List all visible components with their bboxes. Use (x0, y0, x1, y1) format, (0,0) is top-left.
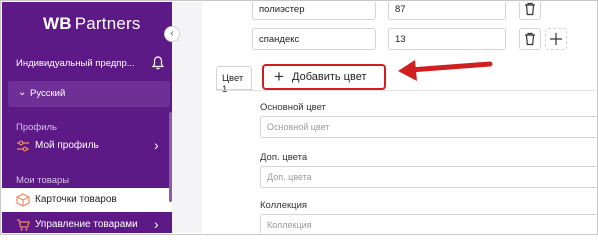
collapse-icon[interactable]: ‹ (164, 26, 180, 42)
collection-select[interactable]: Коллекция ⌄ (260, 214, 596, 233)
sidebar-item-product-cards[interactable]: Карточки товаров (2, 188, 172, 212)
trash-icon (525, 2, 535, 16)
main-color-placeholder: Основной цвет (267, 122, 330, 132)
trash-icon (525, 32, 535, 46)
main-color-select[interactable]: Основной цвет ⌄ (260, 116, 596, 138)
extra-colors-input[interactable]: Доп. цвета (260, 166, 596, 188)
extra-colors-label: Доп. цвета (260, 152, 308, 163)
sidebar-item-my-profile[interactable]: Мой профиль › (2, 134, 172, 158)
add-color-button[interactable]: + Добавить цвет (262, 64, 386, 90)
main-area: полиэстер 87 спандекс 13 Цвет 1 + Добави… (172, 2, 596, 233)
cart-icon (17, 219, 30, 231)
org-name[interactable]: Индивидуальный предпр... (16, 58, 135, 69)
logo-wb: WB (43, 14, 72, 33)
section-my-goods: Мои товары (16, 175, 70, 186)
logo[interactable]: WB Partners (43, 14, 141, 34)
product-form-card: полиэстер 87 спандекс 13 Цвет 1 + Добави… (202, 2, 596, 233)
percent-input[interactable]: 87 (388, 2, 506, 20)
tab-divider (216, 90, 596, 91)
profile-sliders-icon (17, 140, 29, 152)
plus-icon (550, 33, 562, 45)
delete-row-button[interactable] (519, 28, 541, 50)
sidebar-item-label: Мой профиль (35, 140, 99, 151)
chevron-down-icon: ⌄ (18, 87, 27, 98)
collection-placeholder: Коллекция (267, 220, 312, 230)
sidebar-item-goods-management[interactable]: Управление товарами › (2, 213, 172, 233)
sidebar: WB Partners Индивидуальный предпр... ⌄ Ру… (2, 2, 172, 233)
bell-icon[interactable] (152, 56, 164, 70)
plus-icon: + (274, 67, 284, 86)
logo-partners: Partners (74, 14, 141, 33)
collection-label: Коллекция (260, 200, 308, 211)
language-label: Русский (30, 88, 66, 99)
language-selector[interactable]: ⌄ Русский (8, 81, 170, 107)
add-row-button[interactable] (545, 28, 567, 50)
sidebar-item-label: Управление товарами (35, 219, 138, 230)
add-color-label: Добавить цвет (292, 71, 367, 83)
extra-colors-placeholder: Доп. цвета (267, 172, 312, 182)
material-input[interactable]: спандекс (252, 28, 376, 50)
main-color-label: Основной цвет (260, 102, 326, 113)
tab-color-1[interactable]: Цвет 1 (216, 66, 252, 95)
chevron-right-icon: › (154, 216, 159, 232)
delete-row-button[interactable] (519, 2, 541, 20)
percent-input[interactable]: 13 (388, 28, 506, 50)
section-profile: Профиль (16, 122, 58, 133)
sidebar-item-label: Карточки товаров (35, 194, 117, 205)
chevron-right-icon: › (154, 137, 159, 153)
material-input[interactable]: полиэстер (252, 2, 376, 20)
box-icon (16, 193, 30, 207)
